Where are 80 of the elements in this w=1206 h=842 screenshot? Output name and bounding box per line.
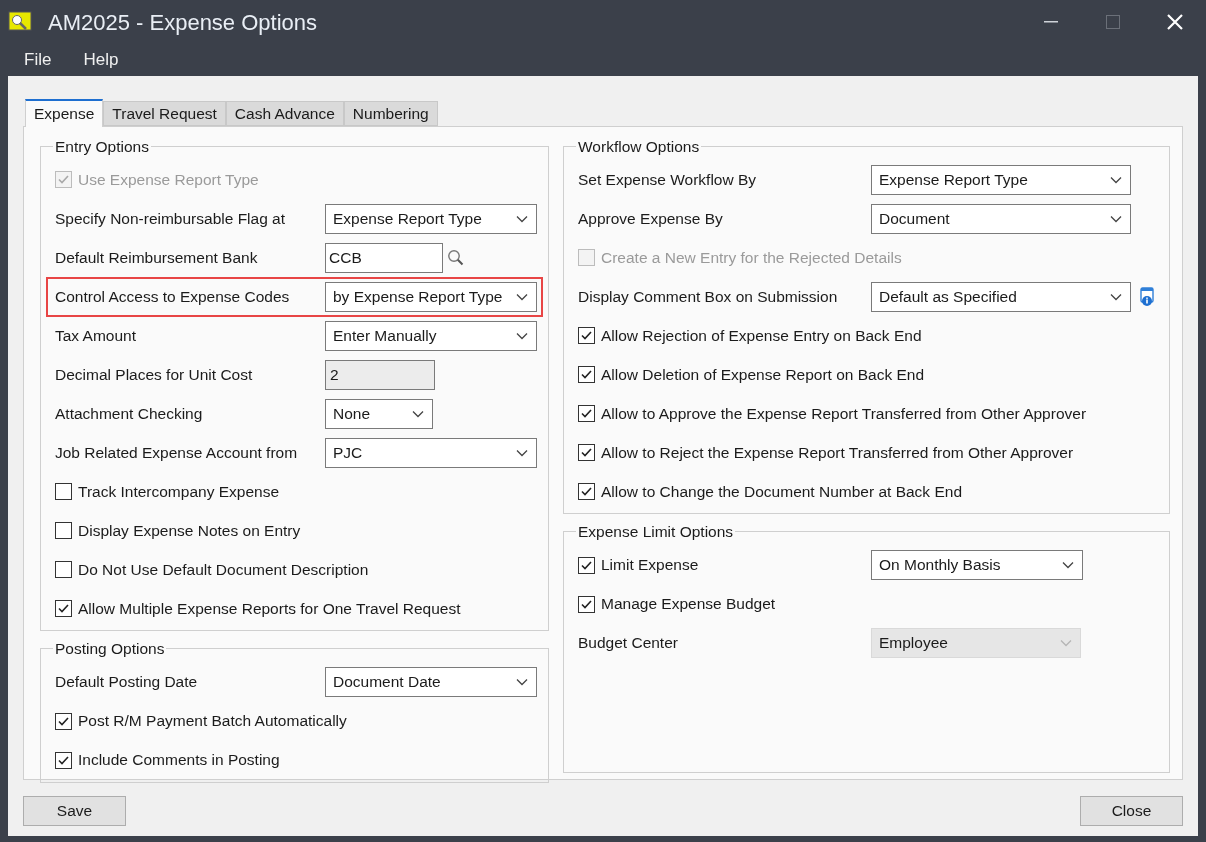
field-label: Budget Center <box>578 633 679 654</box>
dropdown[interactable]: by Expense Report Type <box>325 281 537 312</box>
menu-item[interactable]: Help <box>71 47 131 73</box>
checkbox-label: Allow to Reject the Expense Report Transferred from Other Approver <box>601 443 1074 464</box>
tab[interactable]: Cash Advance <box>225 101 344 126</box>
checkbox[interactable] <box>578 483 595 501</box>
group-title: Entry Options <box>54 137 150 157</box>
field-label: Display Comment Box on Submission <box>578 287 839 308</box>
chevron-down-icon <box>1060 639 1072 647</box>
dropdown[interactable]: On Monthly Basis <box>871 550 1083 580</box>
dropdown[interactable]: Expense Report Type <box>871 164 1131 195</box>
checkbox-label: Allow to Change the Document Number at Back End <box>601 482 962 503</box>
checkbox[interactable] <box>578 366 595 384</box>
field-label: Decimal Places for Unit Cost <box>55 365 254 386</box>
field-label: Tax Amount <box>55 326 137 347</box>
chevron-down-icon <box>516 678 528 686</box>
group-title: Expense Limit Options <box>577 522 735 543</box>
field-label: Job Related Expense Account from <box>55 443 299 464</box>
dropdown[interactable]: PJC <box>325 437 537 468</box>
dropdown[interactable]: Document <box>871 203 1131 234</box>
field-label: Specify Non-reimbursable Flag at <box>55 209 287 230</box>
info-icon[interactable] <box>1139 286 1155 307</box>
checkbox-label: Display Expense Notes on Entry <box>78 521 301 542</box>
close-icon[interactable] <box>1166 13 1184 31</box>
checkbox-label: Post R/M Payment Batch Automatically <box>78 711 347 732</box>
checkbox[interactable] <box>55 483 72 501</box>
checkbox-label: Create a New Entry for the Rejected Details <box>601 248 902 269</box>
close-dialog-button[interactable]: Close <box>1080 796 1183 826</box>
window-title: AM2025 - Expense Options <box>48 8 318 37</box>
chevron-down-icon <box>1062 561 1074 569</box>
dropdown[interactable]: Document Date <box>325 667 537 697</box>
dropdown[interactable]: Default as Specified <box>871 281 1131 312</box>
checkbox[interactable] <box>55 561 72 579</box>
tab[interactable]: Numbering <box>343 101 438 126</box>
checkbox-label: Limit Expense <box>601 555 699 576</box>
checkbox[interactable] <box>578 444 595 462</box>
chevron-down-icon <box>516 331 528 340</box>
group-title: Workflow Options <box>577 137 701 157</box>
field-label: Default Reimbursement Bank <box>55 248 259 269</box>
checkbox-label: Use Expense Report Type <box>78 170 259 191</box>
checkbox-label: Do Not Use Default Document Description <box>78 560 369 581</box>
checkbox-label: Manage Expense Budget <box>601 594 776 615</box>
group-title: Posting Options <box>54 639 166 660</box>
dropdown[interactable]: Expense Report Type <box>325 203 537 234</box>
chevron-down-icon <box>1110 292 1122 301</box>
tab[interactable]: Travel Request <box>103 101 226 126</box>
checkbox[interactable] <box>578 405 595 423</box>
checkbox-label: Allow Multiple Expense Reports for One Travel Request <box>78 599 461 620</box>
search-icon[interactable] <box>447 248 465 267</box>
text-field[interactable]: CCB <box>325 242 443 273</box>
checkbox[interactable] <box>55 522 72 540</box>
checkbox[interactable] <box>578 556 595 574</box>
chevron-down-icon <box>1110 175 1122 184</box>
chevron-down-icon <box>1110 214 1122 223</box>
checkbox[interactable] <box>55 600 72 618</box>
checkbox[interactable] <box>55 751 72 769</box>
field-label: Approve Expense By <box>578 209 724 230</box>
checkbox[interactable] <box>55 712 72 730</box>
menu-item[interactable]: File <box>12 47 64 73</box>
checkbox-label: Allow Deletion of Expense Report on Back End <box>601 365 925 386</box>
field-label: Attachment Checking <box>55 404 204 425</box>
checkbox-label: Allow Rejection of Expense Entry on Back End <box>601 326 922 347</box>
field-label: Set Expense Workflow By <box>578 170 758 191</box>
checkbox[interactable] <box>578 327 595 345</box>
save-button[interactable]: Save <box>23 796 126 826</box>
tab[interactable]: Expense <box>25 99 104 127</box>
app-icon <box>8 11 32 33</box>
chevron-down-icon <box>516 292 528 301</box>
checkbox[interactable] <box>578 595 595 613</box>
checkbox-label: Allow to Approve the Expense Report Transferred from Other Approver <box>601 404 1087 425</box>
chevron-down-icon <box>516 214 528 223</box>
dropdown[interactable]: None <box>325 398 433 429</box>
checkbox-label: Track Intercompany Expense <box>78 482 279 503</box>
dropdown[interactable]: Enter Manually <box>325 320 537 351</box>
chevron-down-icon <box>412 409 424 418</box>
chevron-down-icon <box>516 448 528 457</box>
field-label: Control Access to Expense Codes <box>55 287 291 308</box>
checkbox-label: Include Comments in Posting <box>78 750 280 771</box>
field-label: Default Posting Date <box>55 672 199 693</box>
readonly-field: 2 <box>325 359 435 390</box>
